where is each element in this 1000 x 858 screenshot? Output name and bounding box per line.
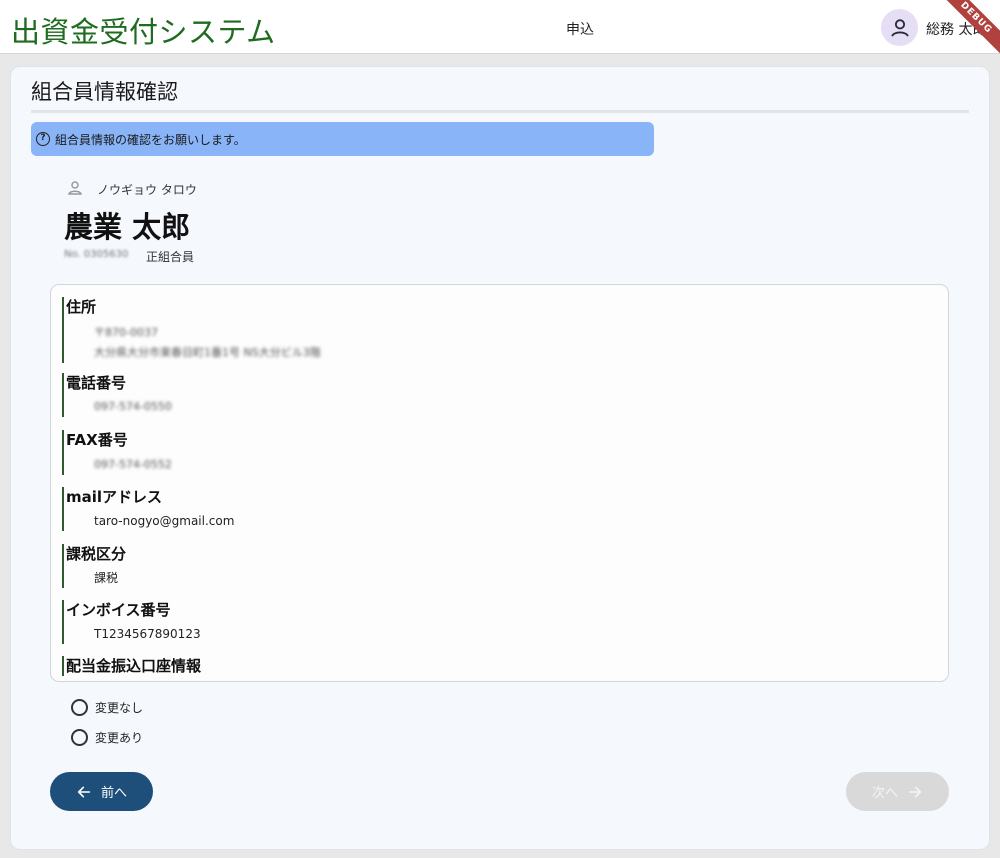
phone-value: 097-574-0550 <box>94 400 172 413</box>
invoice-label: インボイス番号 <box>66 601 171 619</box>
prev-button-label: 前へ <box>100 786 127 801</box>
help-icon: ? <box>36 132 50 146</box>
radio-label-no-change: 変更なし <box>95 701 144 715</box>
phone-section: 電話番号 097-574-0550 <box>62 373 172 417</box>
prev-button[interactable]: 前へ <box>50 772 153 811</box>
radio-label-change: 変更あり <box>95 731 144 745</box>
address-postal: 〒870-0037 <box>94 326 158 339</box>
arrow-right-icon <box>908 786 922 797</box>
member-type: 正組合員 <box>146 250 195 264</box>
arrow-left-icon <box>77 786 91 797</box>
bank-section: 配当金振込口座情報 <box>62 656 201 676</box>
phone-label: 電話番号 <box>66 374 127 392</box>
fax-section: FAX番号 097-574-0552 <box>62 430 172 475</box>
mail-label: mailアドレス <box>66 488 163 506</box>
app-title: 出資金受付システム <box>11 15 276 49</box>
person-outline-icon <box>68 181 82 195</box>
mail-value: taro-nogyo@gmail.com <box>94 514 235 528</box>
title-divider <box>31 110 969 113</box>
address-label: 住所 <box>66 298 97 316</box>
member-detail-panel[interactable]: 住所 〒870-0037 大分県大分市東春日町1番1号 NS大分ビル3階 電話番… <box>50 284 949 682</box>
member-name: 農業 太郎 <box>64 210 191 244</box>
radio-no-change[interactable]: 変更なし <box>71 699 143 716</box>
mail-section: mailアドレス taro-nogyo@gmail.com <box>62 487 234 531</box>
next-button[interactable]: 次へ <box>846 772 949 811</box>
next-button-label: 次へ <box>871 786 898 801</box>
invoice-section: インボイス番号 T1234567890123 <box>62 600 201 644</box>
fax-value: 097-574-0552 <box>94 458 172 471</box>
tax-label: 課税区分 <box>66 545 127 563</box>
avatar[interactable] <box>881 9 918 46</box>
tax-value: 課税 <box>94 571 119 585</box>
radio-change[interactable]: 変更あり <box>71 729 143 746</box>
member-kana: ノウギョウ タロウ <box>97 183 197 197</box>
bank-label: 配当金振込口座情報 <box>66 657 202 675</box>
tax-section: 課税区分 課税 <box>62 544 126 588</box>
invoice-value: T1234567890123 <box>94 627 201 641</box>
person-icon <box>890 18 909 37</box>
address-section: 住所 〒870-0037 大分県大分市東春日町1番1号 NS大分ビル3階 <box>62 297 321 363</box>
member-number: No. 0305630 <box>64 249 129 260</box>
radio-circle[interactable] <box>71 699 88 716</box>
radio-circle[interactable] <box>71 729 88 746</box>
page-title: 組合員情報確認 <box>31 80 178 104</box>
info-banner: ? 組合員情報の確認をお願いします。 <box>31 122 654 156</box>
app-bar: 出資金受付システム 申込 総務 太郎 DEBUG <box>0 0 1000 60</box>
nav-apply-link[interactable]: 申込 <box>566 19 594 39</box>
info-message: 組合員情報の確認をお願いします。 <box>55 132 246 147</box>
address-line: 大分県大分市東春日町1番1号 NS大分ビル3階 <box>94 346 321 359</box>
fax-label: FAX番号 <box>66 431 128 449</box>
